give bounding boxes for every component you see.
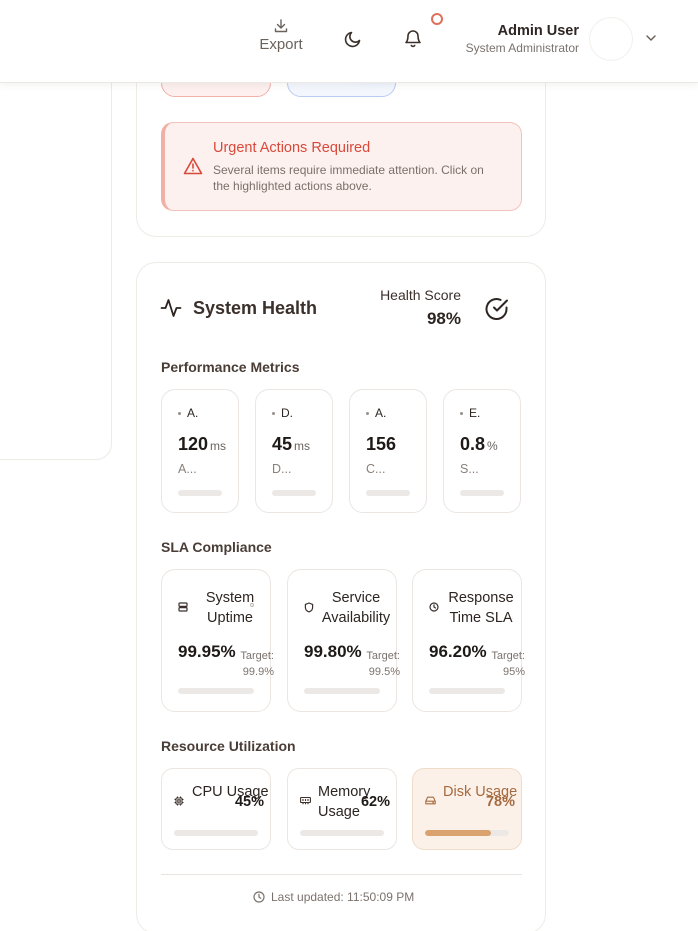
clock-icon xyxy=(253,891,265,903)
urgent-alert: Urgent Actions Required Several items re… xyxy=(161,122,522,211)
notification-dot xyxy=(431,13,443,25)
metric-value: 156 xyxy=(366,434,397,454)
metric-icon xyxy=(460,412,463,415)
chevron-down-icon[interactable] xyxy=(644,31,658,45)
download-icon xyxy=(274,19,288,33)
footer-divider xyxy=(161,874,522,875)
sla-tile-response-time[interactable]: Response Time SLA 96.20% Target: 95% xyxy=(412,569,525,712)
user-role: System Administrator xyxy=(465,41,579,55)
server-icon xyxy=(178,602,188,612)
metric-bar xyxy=(460,490,504,496)
last-updated: Last updated: 11:50:09 PM xyxy=(253,890,414,904)
check-circle-icon xyxy=(485,298,508,321)
metric-abbr: D. xyxy=(281,406,293,420)
health-score-value: 98% xyxy=(426,309,461,328)
disk-icon xyxy=(425,796,436,805)
metric-name: D... xyxy=(272,462,292,476)
metric-value: 45 ms xyxy=(272,434,311,454)
shield-icon xyxy=(304,602,314,613)
resource-value: 78% xyxy=(485,794,515,810)
health-score-label: Health Score xyxy=(380,287,461,303)
resource-tile-cpu[interactable]: CPU Usage 45% xyxy=(161,768,271,850)
metric-value: 0.8% xyxy=(460,434,498,454)
warning-triangle-icon xyxy=(183,157,203,175)
resource-value: 62% xyxy=(360,794,390,810)
activity-icon xyxy=(160,299,182,317)
metric-abbr: A. xyxy=(187,406,199,420)
sla-target: Target: 99.5% xyxy=(366,650,400,678)
sla-bar xyxy=(304,688,380,694)
sla-bar xyxy=(429,688,505,694)
sla-name: Response Time SLA xyxy=(448,590,514,626)
bell-icon[interactable] xyxy=(403,28,423,49)
metric-tile[interactable]: A. 120 ms A... xyxy=(161,389,239,513)
cpu-icon xyxy=(174,796,184,806)
sla-compliance-title: SLA Compliance xyxy=(161,539,272,555)
export-label: Export xyxy=(259,36,303,53)
metric-icon xyxy=(366,412,369,415)
metric-abbr: E. xyxy=(469,406,481,420)
performance-metrics-title: Performance Metrics xyxy=(161,359,300,375)
memory-icon xyxy=(300,796,311,805)
export-button[interactable]: Export xyxy=(258,18,304,58)
resource-bar-fill xyxy=(174,830,212,836)
last-updated-text: Last updated: 11:50:09 PM xyxy=(271,890,415,904)
metric-tile[interactable]: E. 0.8% S... xyxy=(443,389,521,513)
system-health-title: System Health xyxy=(193,298,318,318)
metric-tile[interactable]: D. 45 ms D... xyxy=(255,389,333,513)
metric-tile[interactable]: A. 156 C... xyxy=(349,389,427,513)
metric-bar xyxy=(366,490,410,496)
metric-icon xyxy=(178,412,181,415)
moon-icon[interactable] xyxy=(343,29,363,49)
metric-bar xyxy=(178,490,222,496)
alert-text: Several items require immediate attentio… xyxy=(213,163,484,193)
sla-tile-service-availability[interactable]: Service Availability 99.80% Target: 99.5… xyxy=(287,569,400,712)
resource-value: 45% xyxy=(234,794,264,810)
metric-name: A... xyxy=(178,462,197,476)
resource-bar xyxy=(300,830,384,836)
sla-tile-system-uptime[interactable]: System Uptime 99.95% Target: 99.9% xyxy=(161,569,274,712)
sla-bar xyxy=(178,688,254,694)
metric-value: 120 ms xyxy=(178,434,227,454)
resource-bar xyxy=(425,830,509,836)
metric-abbr: A. xyxy=(375,406,387,420)
resource-tile-disk[interactable]: Disk Usage 78% xyxy=(412,768,522,850)
avatar[interactable] xyxy=(590,18,632,60)
alert-title: Urgent Actions Required xyxy=(213,140,371,156)
resource-utilization-title: Resource Utilization xyxy=(161,738,296,754)
user-name[interactable]: Admin User xyxy=(440,23,579,39)
metric-name: C... xyxy=(366,462,386,476)
metric-icon xyxy=(272,412,275,415)
metric-name: S... xyxy=(460,462,479,476)
resource-bar-fill xyxy=(425,830,491,836)
resource-bar xyxy=(174,830,258,836)
resource-tile-memory[interactable]: Memory Usage 62% xyxy=(287,768,397,850)
clock-icon xyxy=(429,602,439,612)
background-panel xyxy=(0,60,112,460)
sla-name: Service Availability xyxy=(321,590,391,626)
sla-name: System Uptime xyxy=(205,590,255,626)
sla-target: Target: 95% xyxy=(491,650,525,678)
metric-bar xyxy=(272,490,316,496)
status-dot-icon xyxy=(250,603,254,607)
sla-target: Target: 99.9% xyxy=(240,650,274,678)
resource-bar-fill xyxy=(300,830,352,836)
